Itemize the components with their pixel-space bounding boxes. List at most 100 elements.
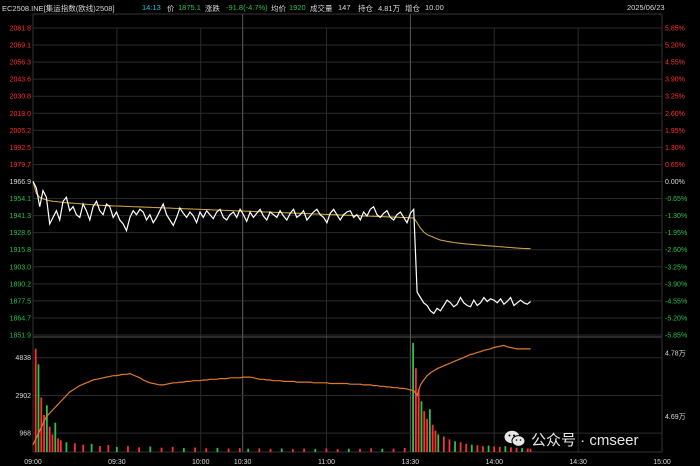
volume-bar [325,448,328,452]
pct-tick-label: -1.30% [665,213,687,220]
oi-tick-label: 4.78万 [665,350,686,358]
volume-bar [336,449,339,452]
average-price-line [32,181,531,250]
volume-bar [428,409,431,452]
price-label: 价 [167,4,175,13]
volume-bar [258,448,261,452]
volume-bar [99,446,101,452]
volume-bar [48,426,51,452]
volume-bar [498,446,501,452]
volume-bar [359,448,361,452]
volume-bar [73,443,76,452]
pct-tick-label: 5.20% [665,43,685,50]
volume-bar [442,436,445,452]
volume-tick-label: 968 [19,431,31,438]
volume-label: 成交量 [310,4,333,13]
volume-bar [476,445,479,452]
price-tick-label: 1941.3 [10,213,32,220]
volume-bar [45,405,48,452]
pct-tick-label: -3.90% [665,281,687,288]
volume-bar [171,446,174,452]
time-tick-label: 09:00 [24,459,42,466]
price-tick-label: 2030.8 [10,94,32,101]
watermark-text: 公众号 · cmseer [531,431,639,449]
volume-bar [127,446,129,452]
volume-bar [291,449,294,452]
volume-bar [420,401,423,452]
volume-bar [247,448,250,452]
chart-grid [32,13,663,453]
volume-bar [482,446,484,452]
volume-bar [431,424,434,452]
volume-bar [487,445,490,452]
pct-tick-label: -4.55% [665,298,687,305]
oi-tick-label: 4.69万 [665,413,686,421]
pct-tick-label: -1.95% [665,230,687,237]
time-tick-label: 14:00 [486,459,504,466]
pct-tick-label: -0.65% [665,196,687,203]
volume-bar [437,434,440,452]
symbol-label: EC2508.INE[集运指数(欧线)2508] [2,4,115,13]
avg-value: 1920 [289,3,306,12]
volume-bar [57,438,59,452]
time-tick-label: 09:30 [108,459,126,466]
price-tick-label: 1903.0 [10,264,32,271]
volume-bar [107,444,110,452]
time-value: 14:13 [142,3,161,12]
chart-lines [32,181,531,446]
volume-bar [493,446,496,452]
volume-bar [448,439,451,452]
volume-bar [347,448,350,452]
time-tick-label: 14:30 [569,459,587,466]
avg-label: 均价 [271,4,286,13]
price-tick-label: 1915.8 [10,247,32,254]
pct-tick-label: 2.60% [665,111,685,118]
price-tick-label: 2081.8 [10,26,32,33]
volume-bar [138,447,141,452]
volume-bar [238,448,241,452]
volume-value: 147 [338,3,351,12]
volume-bar [194,447,196,452]
time-tick-label: 11:00 [318,459,335,466]
price-tick-label: 2056.3 [10,60,32,67]
volume-bar [426,418,428,452]
pct-tick-label: 3.25% [665,94,685,101]
price-line [32,181,531,315]
volume-bar [65,442,68,452]
volume-bar [149,446,152,452]
volume-bar [54,422,57,452]
volume-bar [412,342,414,452]
wechat-watermark: 公众号 · cmseer [504,428,639,450]
price-tick-label: 1928.6 [10,230,32,237]
price-tick-label: 1877.5 [10,298,32,305]
pct-tick-label: -2.60% [665,247,687,254]
price-value: 1875.1 [178,3,201,12]
quote-header: EC2508.INE[集运指数(欧线)2508] 14:13 价 1875.1 … [0,0,700,14]
volume-bar [370,448,373,452]
pct-tick-label: 1.30% [665,145,685,152]
price-tick-label: 2005.2 [10,128,32,135]
pct-tick-label: 0.65% [665,162,685,169]
oi-label: 持仓 [358,4,373,13]
volume-bar [465,443,468,452]
volume-bar [303,448,305,452]
price-tick-label: 2069.1 [10,43,32,50]
volume-bar [51,434,54,452]
pct-tick-label: -5.85% [665,333,687,340]
price-tick-label: 1890.2 [10,281,32,288]
volume-bar [381,448,384,452]
price-tick-label: 2043.6 [10,77,32,84]
volume-bar [423,411,426,452]
volume-bar [434,430,437,452]
volume-bar [216,447,219,452]
volume-bar [417,389,420,452]
price-tick-label: 2018.0 [10,111,32,118]
pct-tick-label: -5.20% [665,315,687,322]
intraday-chart[interactable]: 2081.8 5.85% 2069.1 5.20% 2056.3 4.55% 2043.6 3… [0,0,700,466]
pct-tick-label: 1.95% [665,128,685,135]
price-tick-label: 1992.5 [10,145,32,152]
change-label: 涨跌 [205,4,220,13]
time-tick-label: 15:00 [653,459,671,466]
volume-tick-label: 2902 [15,393,31,400]
volume-bar [314,448,317,452]
